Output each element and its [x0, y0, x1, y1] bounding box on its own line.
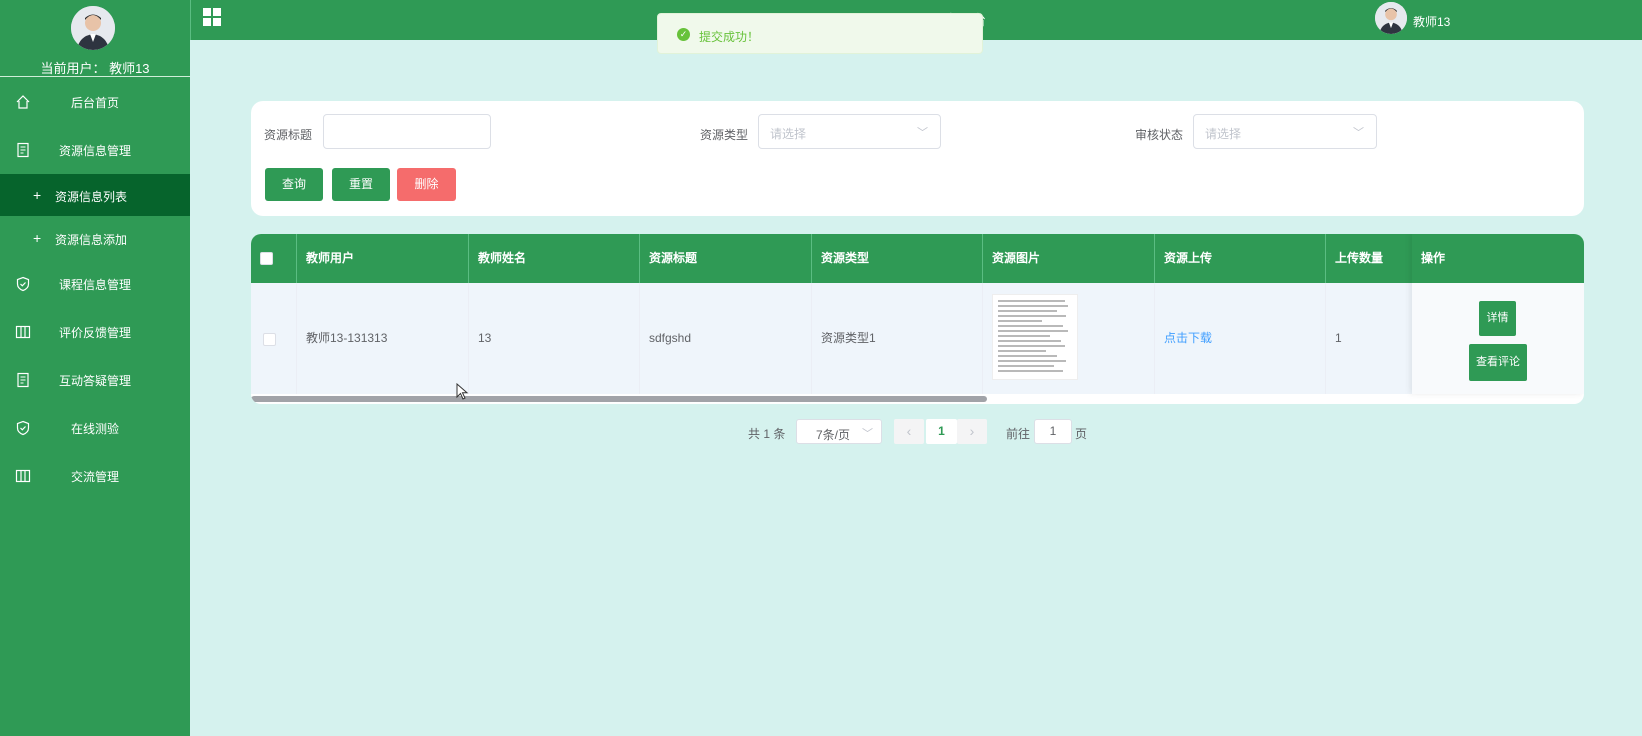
check-circle-icon: ✓: [677, 28, 690, 41]
column-header[interactable]: 资源类型: [812, 234, 983, 283]
next-page-button[interactable]: ›: [957, 419, 987, 444]
sidebar: 当前用户： 教师13 后台首页 资源信息管理 + 资源信息列表 + 资源信息添加…: [0, 0, 190, 736]
sidebar-subitem-label: 资源信息列表: [55, 190, 128, 204]
chevron-down-icon: ﹀: [1353, 127, 1364, 139]
title-search-input[interactable]: [323, 114, 491, 149]
sidebar-item-label: 互动答疑管理: [58, 373, 131, 388]
page-number-current[interactable]: 1: [926, 419, 957, 444]
delete-button[interactable]: 删除: [397, 168, 456, 201]
column-header[interactable]: 教师姓名: [469, 234, 640, 283]
header-username[interactable]: 教师13: [1413, 13, 1450, 30]
type-filter-label: 资源类型: [700, 128, 749, 142]
title-filter-label: 资源标题: [264, 128, 313, 142]
sidebar-subitem-resource-add[interactable]: + 资源信息添加: [0, 217, 190, 259]
goto-page-input[interactable]: 1: [1034, 419, 1072, 444]
select-all-cell: [251, 234, 297, 283]
page-size-value: 7条/页: [816, 428, 851, 442]
resource-image-cell: [983, 283, 1155, 394]
sidebar-item-label: 在线测验: [70, 421, 119, 436]
chevron-down-icon: ﹀: [917, 127, 928, 139]
sidebar-item-label: 课程信息管理: [58, 277, 131, 292]
header-avatar[interactable]: [1375, 2, 1407, 34]
sidebar-item-course-management[interactable]: 课程信息管理: [0, 261, 190, 307]
sidebar-item-label: 资源信息管理: [58, 143, 131, 158]
teacher-name-cell: 13: [469, 283, 640, 394]
menu-grid-icon[interactable]: [203, 8, 221, 26]
sidebar-item-resource-management[interactable]: 资源信息管理: [0, 127, 190, 173]
query-button[interactable]: 查询: [265, 168, 323, 201]
column-header[interactable]: 资源图片: [983, 234, 1155, 283]
type-select[interactable]: 请选择 ﹀: [758, 114, 941, 149]
table-header: 教师用户 教师姓名 资源标题 资源类型 资源图片 资源上传 上传数量: [251, 234, 1584, 283]
plus-icon: +: [33, 230, 42, 246]
row-select-cell: [251, 283, 297, 394]
page-suffix-label: 页: [1075, 427, 1088, 441]
success-toast: ✓ 提交成功！: [657, 13, 983, 54]
teacher-user-cell: 教师13-131313: [297, 283, 469, 394]
resource-table: 教师用户 教师姓名 资源标题 资源类型 资源图片 资源上传 上传数量 教师13-…: [251, 234, 1584, 404]
status-select-placeholder: 请选择: [1205, 127, 1242, 141]
sidebar-item-home[interactable]: 后台首页: [0, 79, 190, 125]
horizontal-scrollbar[interactable]: [251, 396, 987, 402]
sidebar-item-online-quiz[interactable]: 在线测验: [0, 405, 190, 451]
row-checkbox[interactable]: [263, 333, 276, 346]
select-all-checkbox[interactable]: [260, 252, 273, 265]
page-size-select[interactable]: 7条/页 ﹀: [796, 419, 882, 444]
table-row: 教师13-131313 13 sdfgshd 资源类型1 点击下载 1: [251, 283, 1584, 394]
sidebar-subitem-label: 资源信息添加: [55, 233, 128, 247]
sidebar-item-feedback-management[interactable]: 评价反馈管理: [0, 309, 190, 355]
prev-page-button[interactable]: ‹: [894, 419, 924, 444]
goto-label: 前往: [1006, 427, 1031, 441]
resource-title-cell: sdfgshd: [640, 283, 812, 394]
sidebar-user-panel: 当前用户： 教师13: [0, 0, 190, 77]
toast-message: 提交成功！: [699, 30, 760, 44]
status-filter-label: 审核状态: [1135, 128, 1184, 142]
actions-column: 操作 详情 查看评论: [1412, 234, 1584, 394]
reset-button[interactable]: 重置: [332, 168, 390, 201]
column-header: 操作: [1412, 234, 1584, 283]
column-header[interactable]: 教师用户: [297, 234, 469, 283]
search-panel: 资源标题 资源类型 请选择 ﹀ 审核状态 请选择 ﹀ 查询 重置 删除: [251, 101, 1584, 216]
actions-cell: 详情 查看评论: [1412, 283, 1584, 394]
sidebar-item-exchange-management[interactable]: 交流管理: [0, 453, 190, 499]
resource-image-thumbnail[interactable]: [992, 294, 1078, 380]
plus-icon: +: [33, 187, 42, 203]
type-select-placeholder: 请选择: [770, 127, 807, 141]
view-comments-button[interactable]: 查看评论: [1469, 344, 1527, 381]
avatar[interactable]: [71, 6, 115, 50]
sidebar-item-label: 评价反馈管理: [58, 325, 131, 340]
status-select[interactable]: 请选择 ﹀: [1193, 114, 1377, 149]
current-user-label: 当前用户： 教师13: [40, 61, 150, 76]
mouse-cursor-icon: [456, 383, 469, 400]
sidebar-subitem-resource-list[interactable]: + 资源信息列表: [0, 174, 190, 216]
column-header[interactable]: 资源标题: [640, 234, 812, 283]
column-header[interactable]: 上传数量: [1326, 234, 1416, 283]
resource-type-cell: 资源类型1: [812, 283, 983, 394]
sidebar-item-label: 交流管理: [70, 469, 119, 484]
upload-count-cell: 1: [1335, 331, 1342, 345]
download-link[interactable]: 点击下载: [1155, 283, 1326, 394]
pagination-total: 共 1 条: [748, 427, 786, 441]
column-header[interactable]: 资源上传: [1155, 234, 1326, 283]
sidebar-item-qa-management[interactable]: 互动答疑管理: [0, 357, 190, 403]
sidebar-item-label: 后台首页: [70, 95, 119, 110]
chevron-down-icon: ﹀: [862, 428, 873, 440]
detail-button[interactable]: 详情: [1479, 301, 1516, 336]
